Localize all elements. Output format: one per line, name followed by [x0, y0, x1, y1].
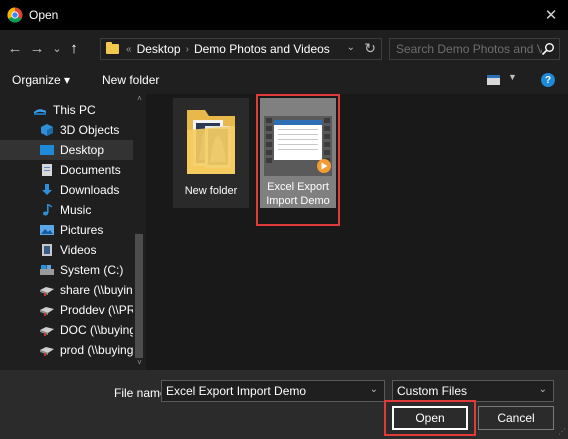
download-icon — [42, 184, 52, 195]
command-bar: Organize ▾ New folder ▼ ? — [0, 66, 568, 94]
close-button[interactable]: ✕ — [540, 4, 562, 26]
network-drive-icon — [40, 307, 54, 316]
window-title: Open — [29, 8, 59, 22]
sidebar-item-downloads[interactable]: Downloads — [0, 180, 136, 200]
sidebar-item-label: share (\\buying) — [60, 283, 136, 297]
sidebar-item-label: System (C:) — [60, 263, 124, 277]
sidebar-item-system-c[interactable]: System (C:) — [0, 260, 136, 280]
scroll-down-icon[interactable]: ˅ — [134, 358, 145, 370]
network-drive-icon — [40, 327, 54, 336]
chevron-down-icon[interactable]: ⌄ — [539, 384, 547, 395]
sidebar-item-label: Proddev (\\PROD — [60, 303, 136, 317]
sidebar-item-label: Desktop — [60, 143, 105, 157]
cancel-button-label: Cancel — [497, 411, 535, 425]
new-folder-button[interactable]: New folder — [102, 73, 159, 87]
sidebar-item-share-buying[interactable]: share (\\buying) — [0, 280, 136, 300]
sidebar-item-prod-buying[interactable]: prod (\\buying) ( — [0, 340, 136, 360]
close-icon: ✕ — [544, 7, 558, 24]
sidebar-item-pictures[interactable]: Pictures — [0, 220, 136, 240]
music-icon — [42, 204, 52, 216]
sidebar-item-doc-buying[interactable]: DOC (\\buying) ( — [0, 320, 136, 340]
file-type-select[interactable]: Custom Files ⌄ — [392, 380, 554, 402]
sidebar-item-label: Documents — [60, 163, 121, 177]
file-name: New folder — [184, 185, 238, 197]
file-item-new-folder[interactable]: New folder — [173, 98, 249, 208]
file-name-input[interactable]: Excel Export Import Demo ⌄ — [161, 380, 385, 402]
search-input[interactable]: Search Demo Photos and Vide... — [389, 38, 560, 60]
sidebar-item-3d-objects[interactable]: 3D Objects — [0, 120, 136, 140]
network-drive-icon — [40, 287, 54, 296]
search-placeholder: Search Demo Photos and Vide... — [396, 42, 542, 56]
resize-grip-icon[interactable]: ⋰ — [558, 427, 566, 436]
cube-icon — [41, 124, 53, 136]
address-bar[interactable]: « Desktop › Demo Photos and Videos ⌄ ↻ — [100, 38, 382, 60]
folder-icon — [187, 110, 235, 174]
chevron-down-icon: ⌄ — [52, 42, 62, 55]
selection-highlight — [256, 94, 340, 226]
folder-icon — [106, 42, 119, 54]
file-list: New folder Excel Export Import Demo — [146, 94, 568, 370]
address-dropdown-icon[interactable]: ⌄ — [347, 42, 355, 53]
sidebar-item-label: This PC — [53, 103, 96, 117]
arrow-left-icon: ← — [7, 39, 23, 57]
scroll-up-icon[interactable]: ˄ — [134, 94, 145, 106]
sidebar-item-label: prod (\\buying) ( — [60, 343, 136, 357]
view-mode-icon[interactable] — [487, 75, 500, 85]
refresh-icon[interactable]: ↻ — [364, 40, 376, 57]
sidebar-item-label: Downloads — [60, 183, 120, 197]
document-icon — [42, 164, 52, 176]
file-type-value: Custom Files — [397, 384, 468, 398]
sidebar-item-videos[interactable]: Videos — [0, 240, 136, 260]
forward-button[interactable]: → — [28, 38, 46, 58]
navigation-bar: ← → ⌄ ↑ « Desktop › Demo Photos and Vide… — [0, 30, 568, 66]
back-button[interactable]: ← — [6, 38, 24, 58]
sidebar-item-label: Music — [60, 203, 92, 217]
file-name-value: Excel Export Import Demo — [166, 384, 307, 398]
desktop-icon — [40, 145, 54, 155]
organize-menu-button[interactable]: Organize ▾ — [12, 73, 70, 87]
help-icon[interactable]: ? — [541, 73, 555, 87]
overflow-icon[interactable]: « — [126, 44, 132, 55]
video-icon — [42, 244, 52, 256]
breadcrumb-desktop[interactable]: Desktop — [137, 42, 181, 56]
sidebar-item-label: Pictures — [60, 223, 104, 237]
sidebar-item-desktop[interactable]: Desktop — [0, 140, 136, 160]
picture-icon — [40, 225, 54, 235]
cancel-button[interactable]: Cancel — [478, 406, 554, 430]
arrow-up-icon: ↑ — [70, 39, 78, 57]
breadcrumb-current-folder[interactable]: Demo Photos and Videos — [194, 42, 330, 56]
navigation-pane: This PC 3D Objects Desktop Documents Dow… — [0, 94, 146, 370]
computer-icon — [34, 109, 46, 115]
up-button[interactable]: ↑ — [66, 38, 82, 58]
view-dropdown-icon[interactable]: ▼ — [508, 72, 517, 82]
sidebar-item-documents[interactable]: Documents — [0, 160, 136, 180]
recent-locations-button[interactable]: ⌄ — [51, 38, 63, 58]
sidebar-scrollbar-thumb[interactable] — [135, 234, 143, 358]
open-button-highlight — [384, 400, 476, 436]
sidebar-item-music[interactable]: Music — [0, 200, 136, 220]
chrome-icon — [7, 7, 23, 23]
sidebar-item-this-pc[interactable]: This PC — [0, 100, 136, 120]
file-dialog-footer: File name: Excel Export Import Demo ⌄ Cu… — [0, 370, 568, 439]
arrow-right-icon: → — [29, 39, 45, 57]
sidebar-item-proddev[interactable]: Proddev (\\PROD — [0, 300, 136, 320]
sidebar-item-label: Videos — [60, 243, 97, 257]
network-drive-icon — [40, 347, 54, 356]
title-bar: Open ✕ — [0, 0, 568, 30]
drive-icon — [40, 265, 54, 275]
sidebar-item-label: DOC (\\buying) ( — [60, 323, 136, 337]
sidebar-item-label: 3D Objects — [60, 123, 120, 137]
chevron-down-icon[interactable]: ⌄ — [370, 384, 378, 395]
search-icon[interactable] — [541, 42, 555, 56]
breadcrumb-separator-icon[interactable]: › — [186, 44, 189, 55]
